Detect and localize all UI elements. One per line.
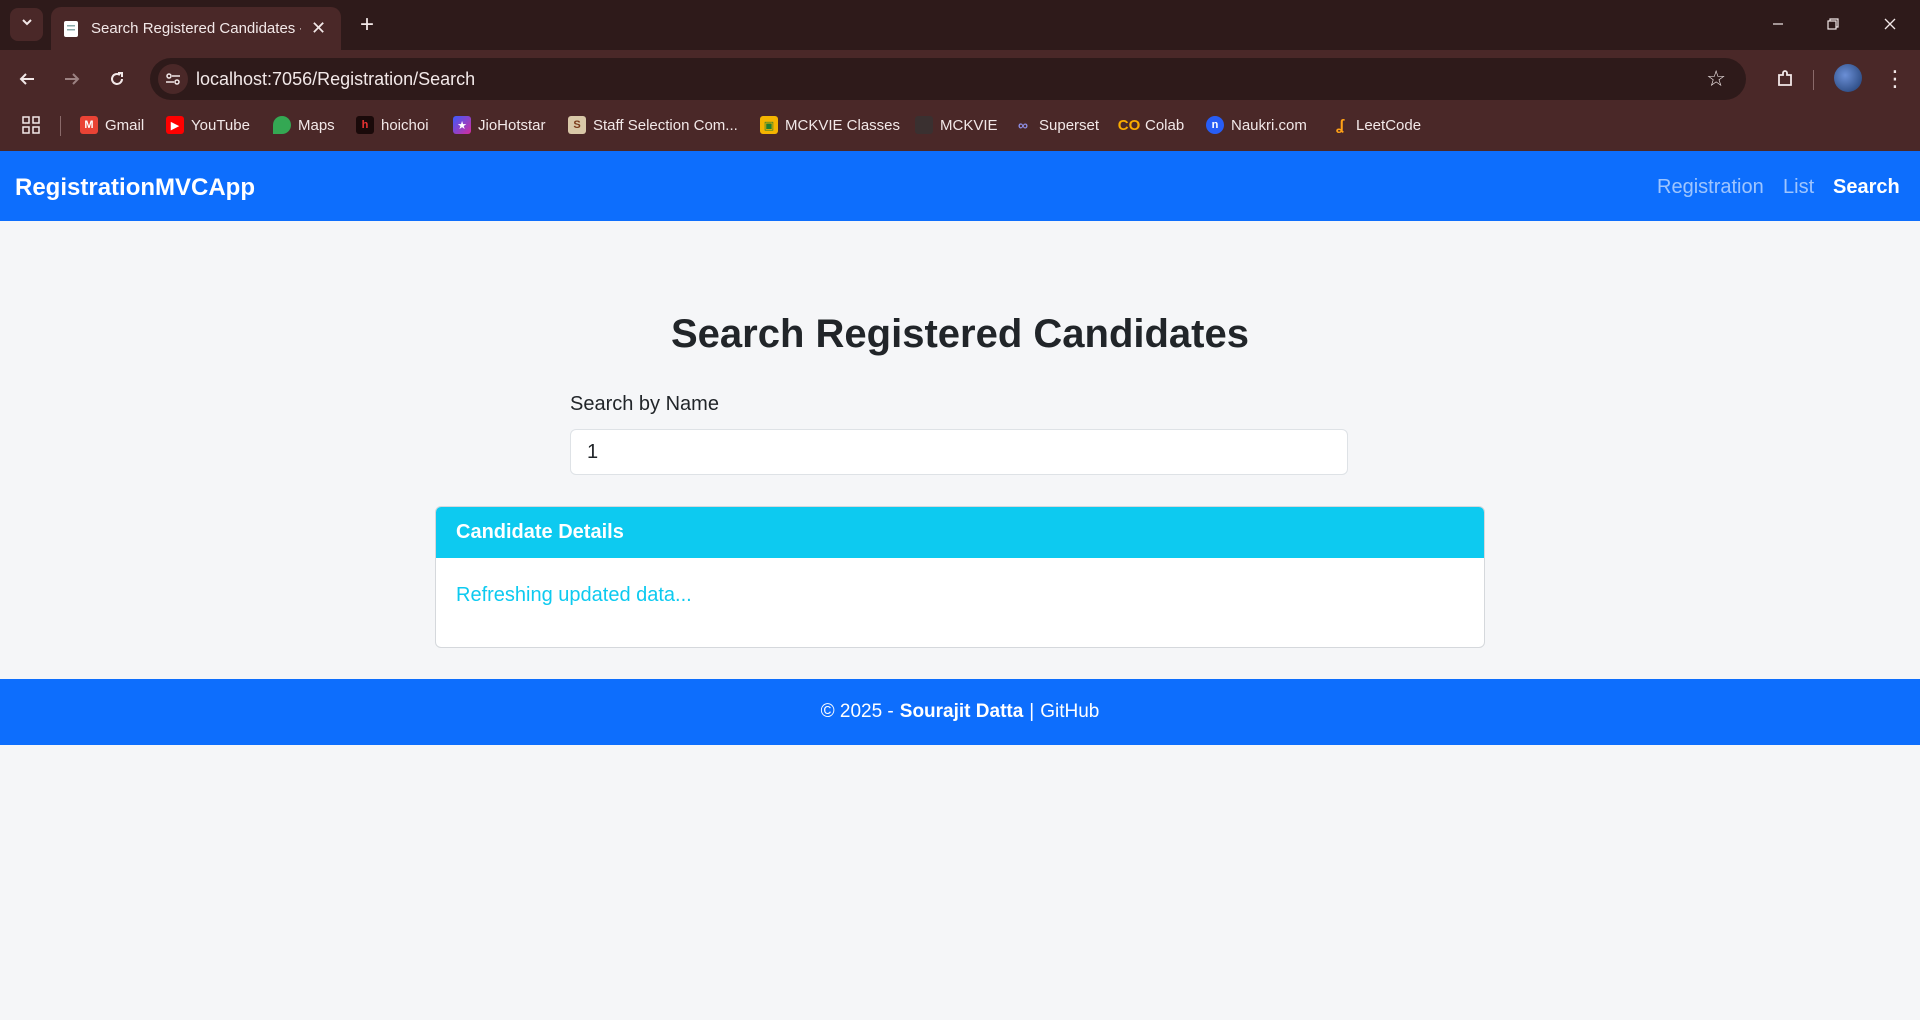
- profile-avatar[interactable]: [1834, 64, 1862, 92]
- maps-icon: [273, 116, 291, 134]
- bookmark-leetcode[interactable]: ʆ LeetCode: [1331, 112, 1421, 138]
- bookmark-mckvie-classes[interactable]: ▣ MCKVIE Classes: [760, 112, 900, 138]
- tab-search-button[interactable]: [10, 8, 43, 41]
- back-button[interactable]: [10, 62, 44, 96]
- hoichoi-icon: h: [356, 116, 374, 134]
- restore-button[interactable]: [1813, 8, 1853, 40]
- jiohotstar-icon: ★: [453, 116, 471, 134]
- site-navbar: RegistrationMVCApp Registration List Sea…: [0, 151, 1920, 221]
- youtube-icon: ▶: [166, 116, 184, 134]
- bookmark-label: JioHotstar: [478, 116, 546, 134]
- chevron-down-icon: [20, 15, 34, 34]
- tab-title: Search Registered Candidates - Registrat…: [91, 20, 301, 37]
- bookmarks-divider: [60, 116, 61, 136]
- footer-separator: |: [1029, 701, 1035, 722]
- card-status-text: Refreshing updated data...: [456, 584, 692, 606]
- address-bar[interactable]: localhost:7056/Registration/Search ☆: [150, 58, 1746, 100]
- tab-strip: Search Registered Candidates - Registrat…: [0, 0, 1920, 50]
- extensions-icon[interactable]: [1768, 62, 1802, 96]
- superset-icon: ∞: [1018, 117, 1028, 133]
- bookmark-maps[interactable]: Maps: [273, 112, 335, 138]
- gmail-icon: M: [80, 116, 98, 134]
- page-favicon-icon: [61, 19, 81, 39]
- nav-link-registration[interactable]: Registration: [1657, 176, 1764, 199]
- bookmark-label: Gmail: [105, 116, 145, 134]
- bookmarks-bar: M Gmail ▶ YouTube Maps h hoichoi ★ JioHo…: [0, 108, 1920, 142]
- card-header: Candidate Details: [436, 507, 1484, 558]
- search-name-input[interactable]: [570, 429, 1348, 475]
- search-label: Search by Name: [570, 393, 719, 415]
- site-info-icon[interactable]: [158, 64, 188, 94]
- bookmark-star-icon[interactable]: ☆: [1706, 66, 1726, 92]
- bookmark-youtube[interactable]: ▶ YouTube: [166, 112, 250, 138]
- bookmark-hoichoi[interactable]: h hoichoi: [356, 112, 429, 138]
- bookmark-mckvie[interactable]: MCKVIE: [915, 112, 998, 138]
- bookmark-label: Maps: [298, 116, 335, 134]
- apps-grid-icon[interactable]: [22, 116, 40, 139]
- mckvie-icon: [915, 116, 933, 134]
- bookmark-label: LeetCode: [1356, 116, 1422, 134]
- naukri-icon: n: [1206, 116, 1224, 134]
- minimize-button[interactable]: [1758, 8, 1798, 40]
- bookmark-label: MCKVIE: [940, 116, 998, 134]
- new-tab-button[interactable]: +: [352, 10, 382, 40]
- close-icon[interactable]: ✕: [311, 18, 326, 39]
- bookmark-label: YouTube: [191, 116, 250, 134]
- window-close-button[interactable]: [1870, 8, 1910, 40]
- site-footer: © 2025 - Sourajit Datta | GitHub: [0, 679, 1920, 745]
- bookmark-label: Naukri.com: [1231, 116, 1307, 134]
- bookmark-ssc[interactable]: S Staff Selection Com...: [568, 112, 738, 138]
- url-text[interactable]: localhost:7056/Registration/Search: [196, 69, 475, 90]
- reload-button[interactable]: [100, 62, 134, 96]
- more-menu-icon[interactable]: ⋮: [1880, 62, 1910, 96]
- toolbar-divider: [1813, 70, 1814, 90]
- bookmark-label: MCKVIE Classes: [785, 116, 901, 134]
- tab-active[interactable]: Search Registered Candidates - Registrat…: [51, 7, 341, 50]
- bookmark-superset[interactable]: ∞ Superset: [1014, 112, 1099, 138]
- bookmark-gmail[interactable]: M Gmail: [80, 112, 144, 138]
- classroom-icon: ▣: [760, 116, 778, 134]
- page-title: Search Registered Candidates: [671, 312, 1249, 356]
- ssc-icon: S: [568, 116, 586, 134]
- nav-link-search[interactable]: Search: [1833, 176, 1900, 199]
- footer-copyright: © 2025 -: [820, 701, 894, 722]
- browser-chrome: Search Registered Candidates - Registrat…: [0, 0, 1920, 151]
- footer-author: Sourajit Datta: [899, 701, 1024, 722]
- github-link[interactable]: GitHub: [1040, 701, 1099, 723]
- colab-icon: CO: [1117, 116, 1141, 134]
- forward-button[interactable]: [55, 62, 89, 96]
- bookmark-label: Superset: [1039, 116, 1100, 134]
- bookmark-naukri[interactable]: n Naukri.com: [1206, 112, 1307, 138]
- leetcode-icon: ʆ: [1335, 116, 1345, 134]
- bookmark-label: Staff Selection Com...: [593, 116, 738, 134]
- bookmark-colab[interactable]: CO Colab: [1117, 112, 1185, 138]
- candidate-details-card: Candidate Details Refreshing updated dat…: [435, 506, 1485, 648]
- nav-link-list[interactable]: List: [1783, 176, 1814, 199]
- browser-toolbar: localhost:7056/Registration/Search ☆ ⋮: [0, 50, 1920, 108]
- navbar-brand[interactable]: RegistrationMVCApp: [15, 174, 255, 202]
- bookmark-label: Colab: [1145, 116, 1185, 134]
- bookmark-label: hoichoi: [381, 116, 429, 134]
- bookmark-jiohotstar[interactable]: ★ JioHotstar: [453, 112, 546, 138]
